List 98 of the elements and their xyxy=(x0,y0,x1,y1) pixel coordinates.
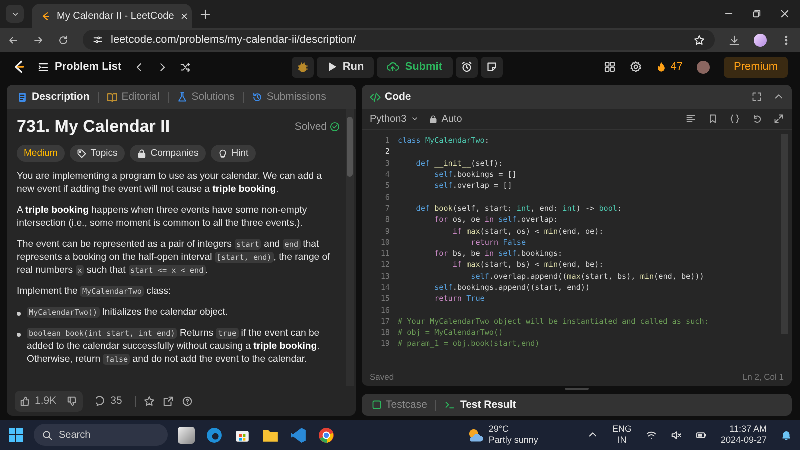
task-view-icon[interactable] xyxy=(178,426,195,444)
input-language[interactable]: ENG xyxy=(612,424,632,435)
tag-icon xyxy=(76,148,87,158)
settings-icon[interactable] xyxy=(630,61,642,73)
bullet-icon xyxy=(17,312,21,316)
timer-button[interactable] xyxy=(456,56,478,78)
site-settings-icon xyxy=(93,35,103,45)
new-tab-button[interactable] xyxy=(200,8,211,20)
problem-list-button[interactable]: Problem List xyxy=(38,61,122,73)
paragraph: A triple booking happens when three events have some non-empty intersection (i.e., some moment is common to all the three events.). xyxy=(17,204,308,230)
scrollbar[interactable] xyxy=(346,109,354,386)
lightbulb-icon xyxy=(218,148,228,158)
debug-button[interactable] xyxy=(292,56,314,78)
browser-tab[interactable]: My Calendar II - LeetCode xyxy=(32,4,192,28)
undo-icon[interactable] xyxy=(752,114,762,124)
lock-icon xyxy=(428,114,438,124)
panel-tab[interactable]: Description xyxy=(15,91,92,103)
document-icon xyxy=(17,92,28,102)
temperature: 29°C xyxy=(488,424,510,435)
premium-button[interactable]: Premium xyxy=(724,56,788,78)
notes-button[interactable] xyxy=(480,56,503,78)
bell-icon[interactable] xyxy=(781,430,792,440)
note-icon xyxy=(486,61,498,73)
difficulty-badge[interactable]: Medium xyxy=(17,145,65,162)
streak-count[interactable]: 47 xyxy=(670,61,683,73)
code-icon xyxy=(370,92,381,102)
thumbs-down-icon xyxy=(66,396,78,406)
history-icon xyxy=(252,92,263,102)
tag-button[interactable]: Hint xyxy=(210,145,256,162)
lock-icon xyxy=(136,148,147,158)
panel-title: Code xyxy=(385,91,412,103)
reload-icon[interactable] xyxy=(58,34,69,46)
user-avatar[interactable] xyxy=(696,60,710,74)
forward-arrow-icon[interactable] xyxy=(33,34,44,46)
search-icon xyxy=(42,430,53,440)
check-circle-icon xyxy=(330,122,340,132)
tab-search-button[interactable] xyxy=(6,5,24,23)
speaker-muted-icon[interactable] xyxy=(670,430,682,440)
fullscreen-icon[interactable] xyxy=(752,92,762,102)
share-icon[interactable] xyxy=(163,396,174,406)
wifi-icon[interactable] xyxy=(646,430,657,440)
profile-avatar[interactable] xyxy=(754,34,767,46)
mode-label[interactable]: Auto xyxy=(442,114,462,124)
weather-condition: Partly sunny xyxy=(488,435,538,446)
list-icon xyxy=(38,62,49,72)
cursor-position: Ln 2, Col 1 xyxy=(742,372,784,382)
code-editor-icon[interactable] xyxy=(290,426,307,444)
download-icon[interactable] xyxy=(729,34,740,46)
book-icon xyxy=(106,92,118,102)
alarm-clock-icon xyxy=(460,61,473,73)
flask-icon xyxy=(176,92,188,102)
solved-status: Solved xyxy=(294,121,327,133)
speech-bubble-icon xyxy=(96,396,107,406)
chevron-down-icon xyxy=(410,115,419,123)
paragraph: You are implementing a program to use as your calendar. We can add a new event if adding the event will not cause a triple booking. xyxy=(17,170,324,196)
clock-date[interactable]: 2024-09-27 xyxy=(720,435,767,446)
save-status: Saved xyxy=(370,372,394,382)
address-bar[interactable]: leetcode.com/problems/my-calendar-ii/description/ xyxy=(83,30,715,50)
panel-tab[interactable]: Editorial xyxy=(104,91,162,103)
tag-button[interactable]: Topics xyxy=(70,145,125,162)
chrome-browser-icon[interactable] xyxy=(318,426,335,444)
terminal-icon xyxy=(444,400,456,410)
thumbs-up-icon xyxy=(20,396,31,406)
panel-tab[interactable]: Solutions xyxy=(174,91,237,103)
submit-button[interactable]: Submit xyxy=(377,56,453,78)
clock-time[interactable]: 11:37 AM xyxy=(720,424,767,435)
language-dropdown[interactable]: Python3 xyxy=(370,114,419,124)
input-region[interactable]: IN xyxy=(612,435,632,446)
format-icon[interactable] xyxy=(686,114,696,124)
star-icon[interactable] xyxy=(144,396,156,406)
back-arrow-icon[interactable] xyxy=(8,34,19,46)
problem-title: 731. My Calendar II xyxy=(17,117,170,137)
bullet-icon xyxy=(17,333,21,337)
search-field[interactable]: Search xyxy=(34,424,168,446)
cloud-upload-icon xyxy=(387,61,400,73)
shuffle-icon[interactable] xyxy=(180,62,191,72)
fire-icon xyxy=(656,61,667,73)
battery-icon[interactable] xyxy=(696,430,707,440)
edge-browser-icon[interactable] xyxy=(206,426,223,444)
bug-icon xyxy=(296,61,309,73)
grid-icon[interactable] xyxy=(604,61,616,73)
restore-icon[interactable] xyxy=(752,9,762,19)
close-icon[interactable] xyxy=(780,9,790,19)
bookmark-icon[interactable] xyxy=(708,114,718,124)
tag-button[interactable]: Companies xyxy=(130,145,206,162)
plus-icon xyxy=(200,8,211,20)
braces-icon[interactable] xyxy=(730,114,740,124)
panel-tab[interactable]: Submissions xyxy=(250,91,328,103)
help-circle-icon[interactable] xyxy=(182,396,194,406)
panel-tab[interactable]: Test Result xyxy=(442,399,518,411)
run-button[interactable]: Run xyxy=(316,56,374,78)
comments-button[interactable]: 35 xyxy=(90,390,128,412)
close-icon[interactable] xyxy=(180,12,190,20)
windows-logo-icon[interactable] xyxy=(8,427,24,443)
play-icon xyxy=(326,62,337,72)
expand-icon[interactable] xyxy=(774,114,784,124)
checkbox-icon xyxy=(372,400,382,410)
panel-tab[interactable]: Testcase xyxy=(370,399,430,411)
